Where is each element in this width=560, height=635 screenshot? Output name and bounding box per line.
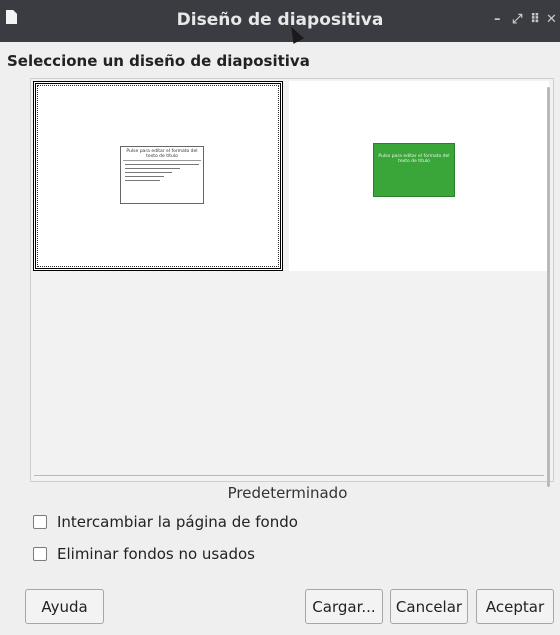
- delete-unused-label[interactable]: Eliminar fondos no usados: [57, 545, 255, 563]
- maximize-icon[interactable]: ⤢: [512, 12, 522, 28]
- slide-preview: Pulse para editar el formato del texto d…: [120, 146, 204, 204]
- separator: [34, 475, 544, 476]
- minimize-icon[interactable]: –: [494, 12, 501, 28]
- gallery-scrollbar[interactable]: [547, 87, 550, 487]
- title-bar: Diseño de diapositiva – ⤢ ⠿ ✕: [0, 0, 560, 42]
- delete-unused-checkbox[interactable]: [33, 547, 47, 561]
- accept-button[interactable]: Aceptar: [476, 589, 554, 624]
- window-title: Diseño de diapositiva: [176, 10, 384, 30]
- help-button[interactable]: Ayuda: [25, 589, 104, 624]
- load-button[interactable]: Cargar...: [305, 589, 383, 624]
- cancel-button[interactable]: Cancelar: [390, 589, 468, 624]
- layout-gallery[interactable]: Pulse para editar el formato del texto d…: [30, 78, 554, 487]
- layout-thumbnail-green[interactable]: Pulse para editar el formato del texto d…: [289, 81, 549, 271]
- page-title: Seleccione un diseño de diapositiva: [7, 52, 310, 70]
- exchange-background-checkbox[interactable]: [33, 515, 47, 529]
- slide-preview-title: Pulse para editar el formato del texto d…: [378, 154, 450, 164]
- grip-icon[interactable]: ⠿: [530, 12, 540, 28]
- layout-thumbnail-default[interactable]: Pulse para editar el formato del texto d…: [33, 81, 283, 271]
- exchange-background-label[interactable]: Intercambiar la página de fondo: [57, 513, 298, 531]
- close-icon[interactable]: ✕: [546, 12, 557, 28]
- selected-layout-name: Predeterminado: [227, 484, 348, 502]
- slide-preview-title: Pulse para editar el formato del texto d…: [123, 149, 201, 161]
- slide-preview-green: Pulse para editar el formato del texto d…: [373, 143, 455, 197]
